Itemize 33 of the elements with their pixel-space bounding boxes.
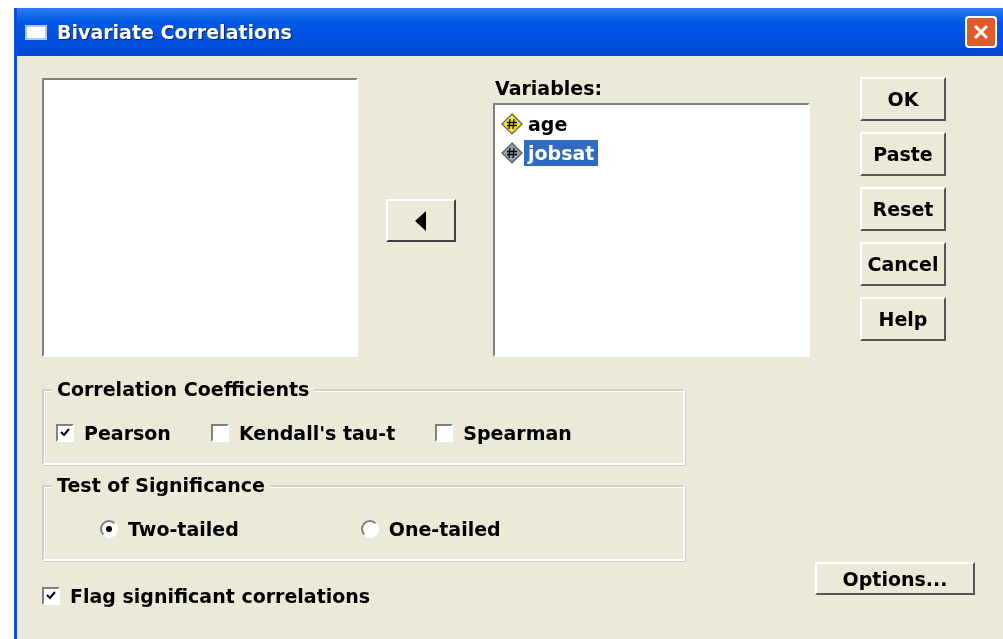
dialog-button[interactable]: Reset [860,187,946,231]
check-icon [59,427,71,439]
radio-button[interactable] [100,520,118,538]
variables-list[interactable]: age jobsat [493,103,810,357]
options-button[interactable]: Options... [815,562,975,595]
variables-label: Variables: [495,78,604,101]
variable-item[interactable]: jobsat [524,139,599,166]
variable-item[interactable]: age [524,110,572,137]
checkbox[interactable] [56,424,74,442]
checkbox-label: Pearson [84,422,171,444]
left-arrow-icon [415,210,427,231]
move-button[interactable] [386,199,456,242]
group-title: Test of Significance [52,474,270,496]
checkbox[interactable] [210,424,229,442]
checkbox-label: Spearman [463,422,572,444]
numeric-variable-icon [501,112,523,135]
checkbox[interactable] [42,587,60,605]
radio-button[interactable] [360,520,379,538]
checkbox-label: Kendall's tau-t [238,422,396,444]
radio-label: Two-tailed [128,518,239,540]
dialog-button[interactable]: Paste [860,132,946,176]
checkbox-label: Flag significant correlations [70,585,371,607]
dialog-button[interactable]: Cancel [860,242,946,286]
checkbox[interactable] [435,424,454,442]
close-button[interactable] [965,16,997,48]
check-icon [45,590,57,602]
window-icon [25,24,47,40]
numeric-variable-icon [501,141,523,164]
close-icon [972,23,990,41]
dialog-button[interactable]: Help [860,297,946,341]
radio-label: One-tailed [388,518,501,540]
dialog-button[interactable]: OK [860,77,946,121]
window-title: Bivariate Correlations [57,21,293,43]
